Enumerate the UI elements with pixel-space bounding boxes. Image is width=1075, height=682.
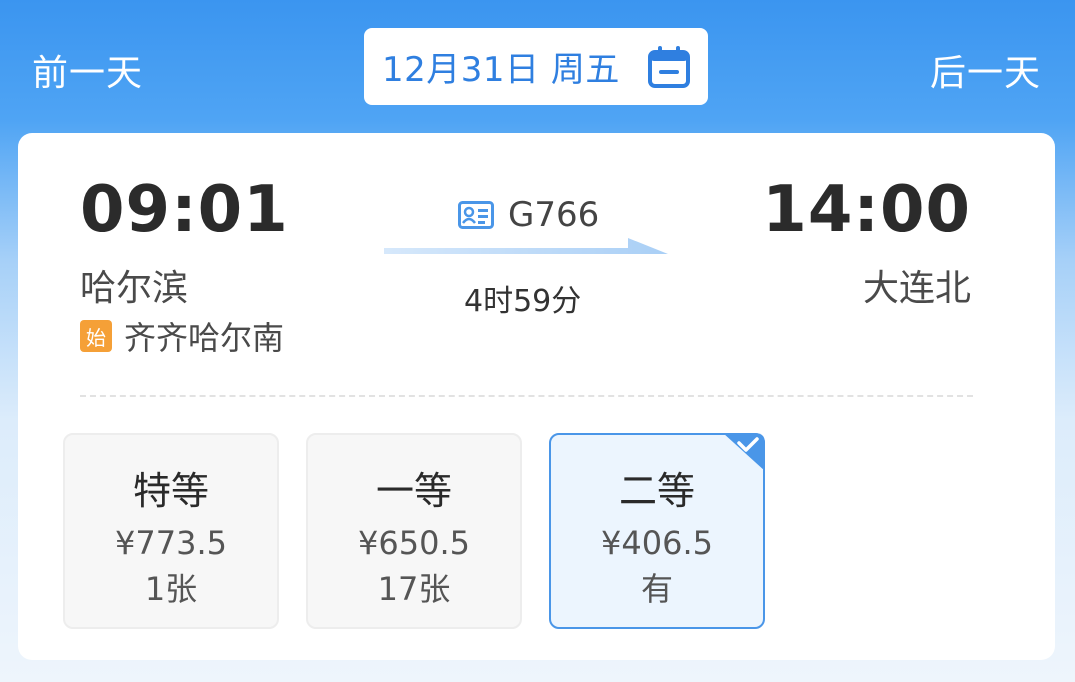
seat-availability: 17张 bbox=[377, 570, 451, 608]
origin-row: 始 齐齐哈尔南 bbox=[80, 313, 284, 359]
origin-station: 齐齐哈尔南 bbox=[124, 319, 285, 357]
travel-duration: 4时59分 bbox=[464, 284, 582, 319]
date-label: 12月31日 周五 bbox=[382, 50, 620, 90]
seat-availability: 有 bbox=[640, 570, 673, 608]
seat-price: ¥406.5 bbox=[601, 524, 713, 562]
seat-price: ¥650.5 bbox=[358, 524, 470, 562]
id-card-icon bbox=[458, 201, 494, 229]
departure-time: 09:01 bbox=[80, 173, 289, 247]
divider bbox=[80, 395, 973, 397]
selected-check-icon bbox=[723, 433, 765, 471]
arrival-time: 14:00 bbox=[762, 173, 971, 247]
seat-price: ¥773.5 bbox=[115, 524, 227, 562]
train-number: G766 bbox=[508, 195, 600, 235]
origin-badge: 始 bbox=[80, 320, 112, 352]
date-selector[interactable]: 12月31日 周五 bbox=[364, 28, 708, 105]
train-info[interactable]: G766 bbox=[458, 195, 599, 235]
next-day-button[interactable]: 后一天 bbox=[930, 44, 1041, 96]
seat-class-label: 一等 bbox=[375, 469, 452, 513]
seat-option-first-class[interactable]: 一等 ¥650.5 17张 bbox=[306, 433, 522, 629]
seat-option-premium[interactable]: 特等 ¥773.5 1张 bbox=[63, 433, 279, 629]
train-card: 09:01 哈尔滨 始 齐齐哈尔南 G766 4时59分 14:00 大连北 特… bbox=[18, 133, 1055, 660]
calendar-icon bbox=[648, 46, 690, 88]
arrival-station: 大连北 bbox=[862, 268, 971, 309]
seat-class-label: 特等 bbox=[132, 469, 209, 513]
prev-day-button[interactable]: 前一天 bbox=[32, 44, 143, 96]
route-arrow-icon bbox=[384, 238, 668, 254]
seat-class-label: 二等 bbox=[618, 469, 695, 513]
top-bar: 前一天 12月31日 周五 后一天 bbox=[0, 0, 1075, 130]
seat-option-second-class[interactable]: 二等 ¥406.5 有 bbox=[549, 433, 765, 629]
departure-station: 哈尔滨 bbox=[80, 268, 189, 309]
seat-availability: 1张 bbox=[144, 570, 198, 608]
